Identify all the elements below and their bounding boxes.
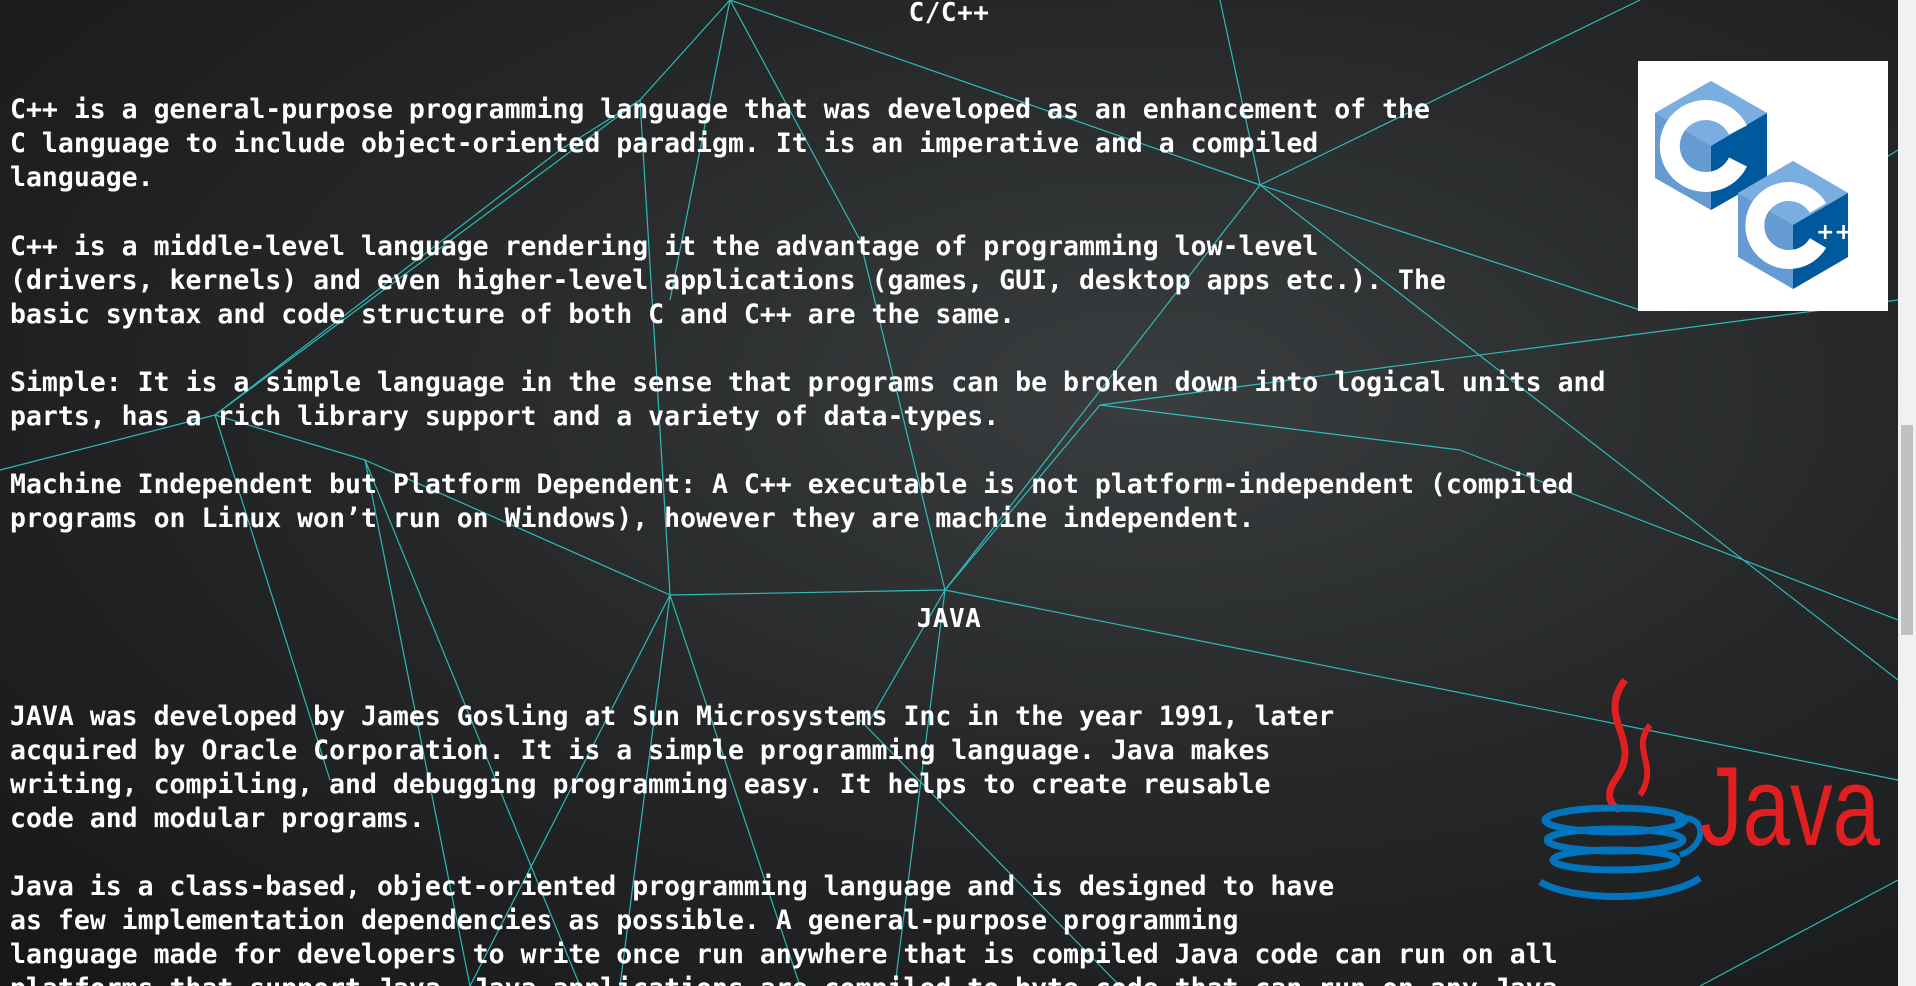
java-logo-text: Java: [1700, 744, 1881, 869]
vertical-scrollbar[interactable]: [1898, 0, 1916, 986]
cpp-paragraph-2: C++ is a middle-level language rendering…: [10, 231, 1446, 330]
java-paragraph-2: Java is a class-based, object-oriented p…: [10, 871, 1558, 986]
cpp-paragraph-1: C++ is a general-purpose programming lan…: [10, 94, 1430, 193]
cpp-paragraph-4: Machine Independent but Platform Depende…: [10, 469, 1574, 534]
svg-text:++: ++: [1816, 220, 1853, 245]
cpp-paragraph-3: Simple: It is a simple language in the s…: [10, 367, 1606, 432]
scrollbar-thumb[interactable]: [1901, 425, 1913, 635]
main-content: C/C++ C++ is a general-purpose programmi…: [0, 0, 1898, 986]
java-logo-icon: Java: [1515, 670, 1885, 910]
section-title-cpp: C/C++: [908, 0, 990, 28]
java-paragraph-1: JAVA was developed by James Gosling at S…: [10, 701, 1335, 834]
cpp-logo-icon: ++: [1638, 61, 1888, 311]
section-title-java: JAVA: [916, 604, 982, 634]
